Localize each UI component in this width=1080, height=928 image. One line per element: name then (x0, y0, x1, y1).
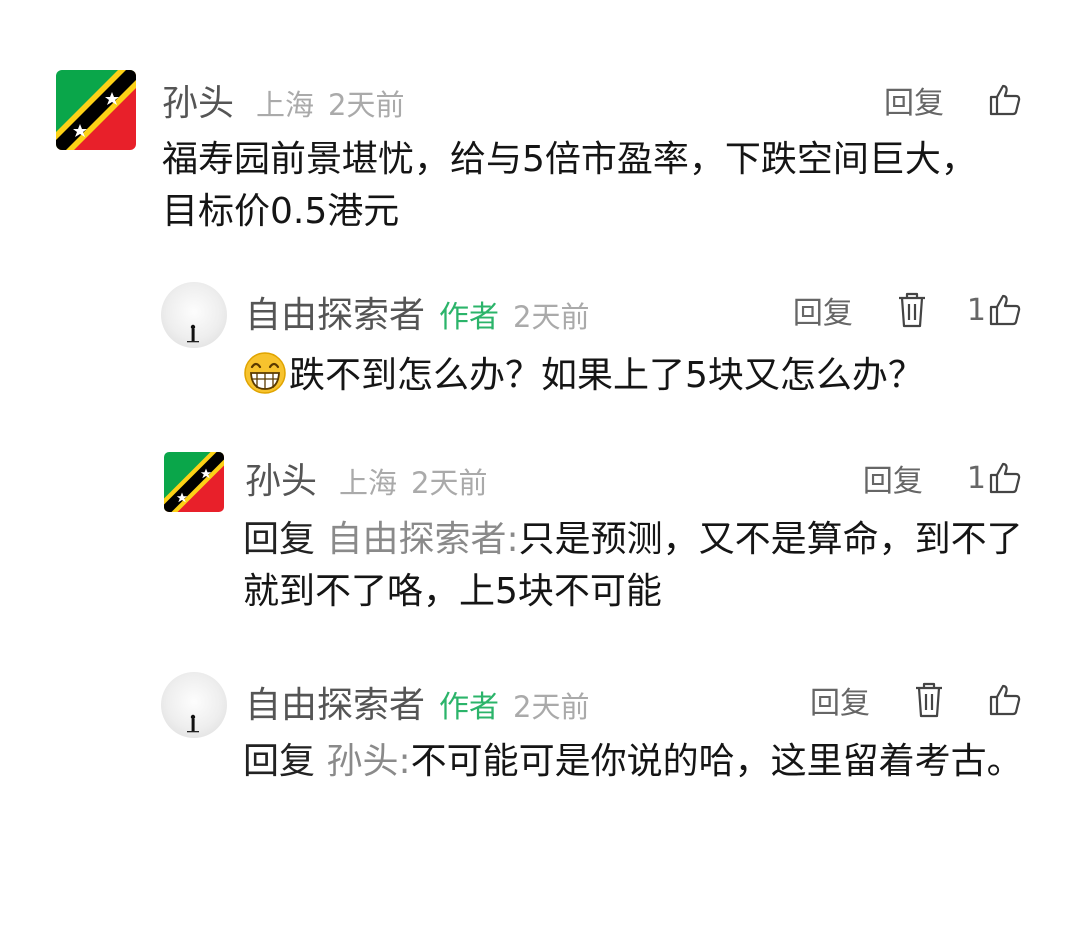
comment-actions: 回复 1 (863, 456, 1022, 500)
comment-actions: 回复 (884, 78, 1022, 122)
user-name[interactable]: 自由探索者 (245, 286, 425, 338)
user-avatar[interactable] (56, 70, 136, 150)
flag-avatar-icon (164, 452, 224, 512)
comment-time: 2天前 (513, 300, 590, 334)
reply-button[interactable]: 回复 (810, 678, 870, 722)
comment-item: 自由探索者 作者 2天前 回复 回复 孙头:不可能可是你说的哈，这里留着考古。 (0, 670, 1080, 850)
user-avatar[interactable] (161, 282, 227, 348)
comment-text: 回复 孙头:不可能可是你说的哈，这里留着考古。 (243, 736, 1023, 788)
grinning-face-icon (244, 352, 286, 394)
comment-item: 自由探索者 作者 2天前 回复 1 跌不到怎么办？如果上了5块又怎么办？ (0, 280, 1080, 420)
reply-colon: : (398, 741, 411, 782)
comment-time: 2天前 (411, 466, 488, 500)
reply-target-user[interactable]: 孙头 (326, 741, 398, 782)
user-avatar[interactable] (164, 452, 224, 512)
thumbs-up-icon[interactable] (988, 293, 1022, 327)
user-name[interactable]: 孙头 (162, 74, 234, 126)
comment-text: 回复 自由探索者:只是预测，又不是算命，到不了就到不了咯，上5块不可能 (243, 514, 1023, 618)
comment-text: 福寿园前景堪忧，给与5倍市盈率，下跌空间巨大，目标价0.5港元 (162, 139, 977, 232)
reply-button[interactable]: 回复 (793, 288, 853, 332)
trash-icon[interactable] (897, 292, 927, 328)
user-location: 上海 (339, 466, 398, 500)
comment-actions: 回复 (810, 678, 1022, 722)
comment-time: 2天前 (328, 88, 405, 122)
author-badge: 作者 (439, 690, 500, 725)
comment-item: 孙头 上海 2天前 回复 1 回复 自由探索者:只是预测，又不是算命，到不了就到… (0, 450, 1080, 630)
comment-actions: 回复 1 (793, 288, 1022, 332)
comment-item: 孙头 上海 2天前 回复 福寿园前景堪忧，给与5倍市盈率，下跌空间巨大，目标价0… (0, 60, 1080, 250)
comment-meta: 孙头 上海 2天前 (162, 74, 404, 126)
user-name[interactable]: 自由探索者 (245, 676, 425, 728)
comment-meta: 自由探索者 作者 2天前 (245, 286, 589, 338)
thumbs-up-icon[interactable] (988, 83, 1022, 117)
like-count: 1 (966, 292, 986, 328)
comment-body: 不可能可是你说的哈，这里留着考古。 (410, 741, 1023, 782)
flag-avatar-icon (56, 70, 136, 150)
user-avatar[interactable] (161, 672, 227, 738)
user-name[interactable]: 孙头 (245, 452, 317, 504)
comment-time: 2天前 (513, 690, 590, 724)
comment-text: 跌不到怎么办？如果上了5块又怎么办？ (243, 350, 1043, 402)
silhouette-avatar-icon (187, 714, 199, 733)
comment-body: 跌不到怎么办？如果上了5块又怎么办？ (289, 355, 924, 396)
thumbs-up-icon[interactable] (988, 683, 1022, 717)
author-badge: 作者 (439, 300, 500, 335)
reply-prefix: 回复 (243, 519, 316, 560)
reply-colon: : (506, 519, 519, 560)
reply-button[interactable]: 回复 (863, 456, 923, 500)
reply-target-user[interactable]: 自由探索者 (326, 519, 506, 560)
silhouette-avatar-icon (187, 324, 199, 343)
user-location: 上海 (256, 88, 315, 122)
reply-prefix: 回复 (243, 741, 316, 782)
reply-button[interactable]: 回复 (884, 78, 944, 122)
comment-meta: 自由探索者 作者 2天前 (245, 676, 589, 728)
trash-icon[interactable] (914, 682, 944, 718)
thumbs-up-icon[interactable] (988, 461, 1022, 495)
comment-meta: 孙头 上海 2天前 (245, 452, 487, 504)
like-count: 1 (966, 460, 986, 496)
